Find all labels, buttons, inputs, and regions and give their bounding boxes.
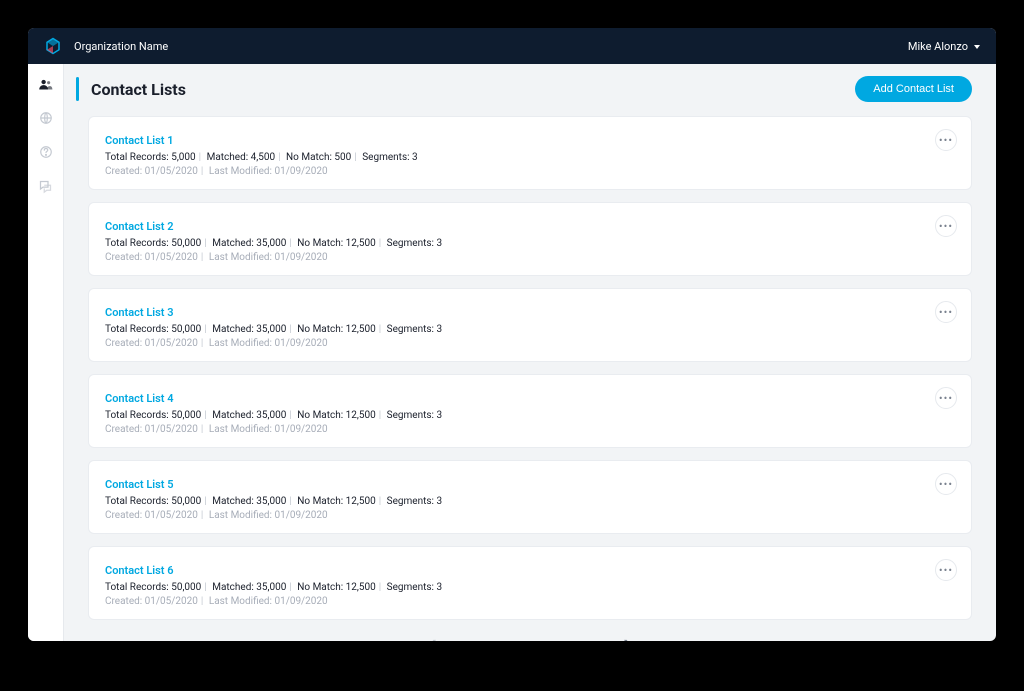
contact-list-stats: Total Records: 50,000| Matched: 35,000| … [105, 582, 955, 593]
contact-list-stats: Total Records: 50,000| Matched: 35,000| … [105, 238, 955, 249]
pagination-next[interactable]: ❯ [622, 638, 632, 641]
contact-list-meta: Created: 01/05/2020| Last Modified: 01/0… [105, 338, 955, 349]
ellipsis-icon: ••• [939, 306, 953, 319]
sidebar-item-contacts[interactable] [38, 76, 54, 92]
pagination-page[interactable]: 2 [476, 639, 486, 642]
contact-list-stats: Total Records: 5,000| Matched: 4,500| No… [105, 152, 955, 163]
user-name: Mike Alonzo [908, 40, 968, 53]
contact-list-card: Contact List 4 Total Records: 50,000| Ma… [88, 374, 972, 448]
contact-list-title[interactable]: Contact List 3 [105, 306, 174, 319]
ellipsis-icon: ••• [939, 478, 953, 491]
contact-list-title[interactable]: Contact List 1 [105, 134, 174, 147]
contact-list-card: Contact List 1 Total Records: 5,000| Mat… [88, 116, 972, 190]
pagination-page[interactable]: 3 [500, 639, 510, 642]
ellipsis-icon: ••• [939, 392, 953, 405]
title-bar: Contact Lists [76, 77, 186, 101]
contact-list-card: Contact List 2 Total Records: 50,000| Ma… [88, 202, 972, 276]
pagination: ❮ 1 2 3 4 5... 40 ❯ [64, 620, 996, 641]
contact-list-meta: Created: 01/05/2020| Last Modified: 01/0… [105, 510, 955, 521]
more-actions-button[interactable]: ••• [935, 473, 957, 495]
contact-lists: Contact List 1 Total Records: 5,000| Mat… [64, 116, 996, 620]
more-actions-button[interactable]: ••• [935, 129, 957, 151]
main-content: Contact Lists Add Contact List Contact L… [64, 64, 996, 641]
app-logo-icon[interactable] [44, 37, 62, 55]
pagination-prev[interactable]: ❮ [428, 638, 438, 641]
sidebar-item-globe[interactable] [38, 110, 54, 126]
pagination-page[interactable]: 5 [548, 639, 558, 642]
ellipsis-icon: ••• [939, 564, 953, 577]
ellipsis-icon: ••• [939, 134, 953, 147]
contact-list-title[interactable]: Contact List 4 [105, 392, 174, 405]
more-actions-button[interactable]: ••• [935, 387, 957, 409]
contact-list-card: Contact List 3 Total Records: 50,000| Ma… [88, 288, 972, 362]
pagination-page[interactable]: 40 [596, 639, 608, 642]
chevron-down-icon [974, 45, 980, 49]
page-title: Contact Lists [91, 80, 186, 99]
contact-list-card: Contact List 5 Total Records: 50,000| Ma… [88, 460, 972, 534]
org-name[interactable]: Organization Name [74, 40, 168, 53]
app-window: Organization Name Mike Alonzo [28, 28, 996, 641]
contact-list-stats: Total Records: 50,000| Matched: 35,000| … [105, 324, 955, 335]
contact-list-meta: Created: 01/05/2020| Last Modified: 01/0… [105, 166, 955, 177]
title-row: Contact Lists Add Contact List [64, 64, 996, 116]
more-actions-button[interactable]: ••• [935, 559, 957, 581]
contact-list-meta: Created: 01/05/2020| Last Modified: 01/0… [105, 596, 955, 607]
ellipsis-icon: ••• [939, 220, 953, 233]
contact-list-card: Contact List 6 Total Records: 50,000| Ma… [88, 546, 972, 620]
pagination-page[interactable]: 4 [524, 639, 534, 642]
user-menu[interactable]: Mike Alonzo [908, 40, 980, 53]
more-actions-button[interactable]: ••• [935, 215, 957, 237]
pagination-page[interactable]: 1 [452, 639, 462, 642]
sidebar [28, 64, 64, 641]
more-actions-button[interactable]: ••• [935, 301, 957, 323]
contact-list-meta: Created: 01/05/2020| Last Modified: 01/0… [105, 252, 955, 263]
contact-list-meta: Created: 01/05/2020| Last Modified: 01/0… [105, 424, 955, 435]
contact-list-title[interactable]: Contact List 2 [105, 220, 174, 233]
contact-list-stats: Total Records: 50,000| Matched: 35,000| … [105, 410, 955, 421]
sidebar-item-chat[interactable] [38, 178, 54, 194]
body: Contact Lists Add Contact List Contact L… [28, 64, 996, 641]
title-accent [76, 77, 79, 101]
header: Organization Name Mike Alonzo [28, 28, 996, 64]
sidebar-item-help[interactable] [38, 144, 54, 160]
pagination-ellipsis: ... [572, 639, 582, 642]
contact-list-title[interactable]: Contact List 6 [105, 564, 174, 577]
contact-list-title[interactable]: Contact List 5 [105, 478, 174, 491]
header-left: Organization Name [44, 37, 168, 55]
add-contact-list-button[interactable]: Add Contact List [855, 76, 972, 102]
contact-list-stats: Total Records: 50,000| Matched: 35,000| … [105, 496, 955, 507]
